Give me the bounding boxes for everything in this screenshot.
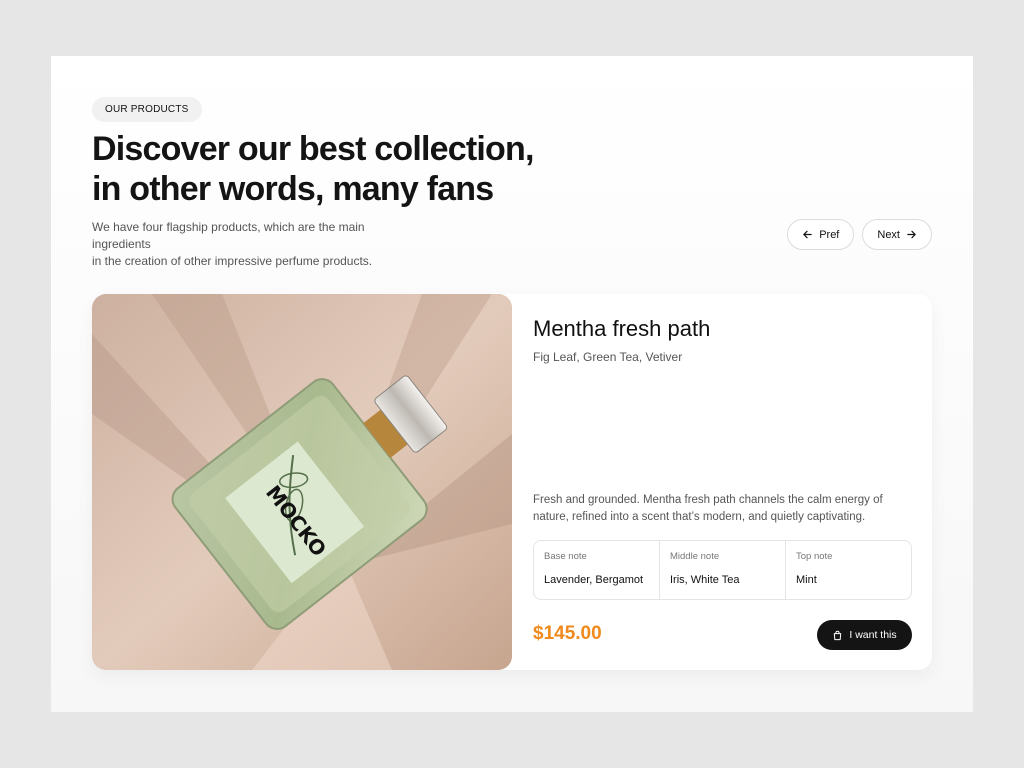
note-cell-base: Base note Lavender, Bergamot	[534, 541, 660, 599]
notes-table: Base note Lavender, Bergamot Middle note…	[533, 540, 912, 600]
note-value: Iris, White Tea	[670, 574, 740, 586]
note-label: Top note	[796, 551, 833, 562]
product-price: $145.00	[533, 623, 602, 644]
product-image: MOCKO	[92, 294, 512, 670]
next-button[interactable]: Next	[862, 219, 932, 250]
subtitle-line-2: in the creation of other impressive perf…	[92, 254, 373, 268]
note-cell-top: Top note Mint	[786, 541, 911, 599]
buy-button[interactable]: I want this	[817, 620, 912, 650]
next-label: Next	[877, 228, 900, 241]
section-badge: OUR PRODUCTS	[92, 97, 202, 122]
prev-label: Pref	[819, 228, 840, 241]
prev-button[interactable]: Pref	[787, 219, 855, 250]
arrow-right-icon	[907, 230, 916, 239]
shopping-bag-icon	[834, 630, 842, 640]
product-name: Mentha fresh path	[533, 316, 711, 341]
title-line-2: in other words, many fans	[92, 170, 494, 208]
note-label: Base note	[544, 551, 587, 562]
perfume-bottle-illustration: MOCKO	[92, 294, 512, 670]
note-value: Mint	[796, 574, 817, 586]
page-frame: OUR PRODUCTS Discover our best collectio…	[51, 56, 973, 712]
subtitle-line-1: We have four flagship products, which ar…	[92, 220, 365, 251]
carousel-nav: Pref Next	[787, 219, 932, 250]
title-line-1: Discover our best collection,	[92, 130, 534, 168]
buy-label: I want this	[849, 629, 897, 641]
note-value: Lavender, Bergamot	[544, 574, 644, 586]
product-description: Fresh and grounded. Mentha fresh path ch…	[533, 494, 883, 523]
note-cell-middle: Middle note Iris, White Tea	[660, 541, 786, 599]
product-card: MOCKO Mentha fresh path Fig Leaf, Green …	[92, 294, 932, 670]
arrow-left-icon	[803, 230, 812, 239]
note-label: Middle note	[670, 551, 720, 562]
page-subtitle: We have four flagship products, which ar…	[92, 219, 422, 270]
product-notes-summary: Fig Leaf, Green Tea, Vetiver	[533, 350, 683, 364]
page-title: Discover our best collection, in other w…	[92, 129, 562, 209]
